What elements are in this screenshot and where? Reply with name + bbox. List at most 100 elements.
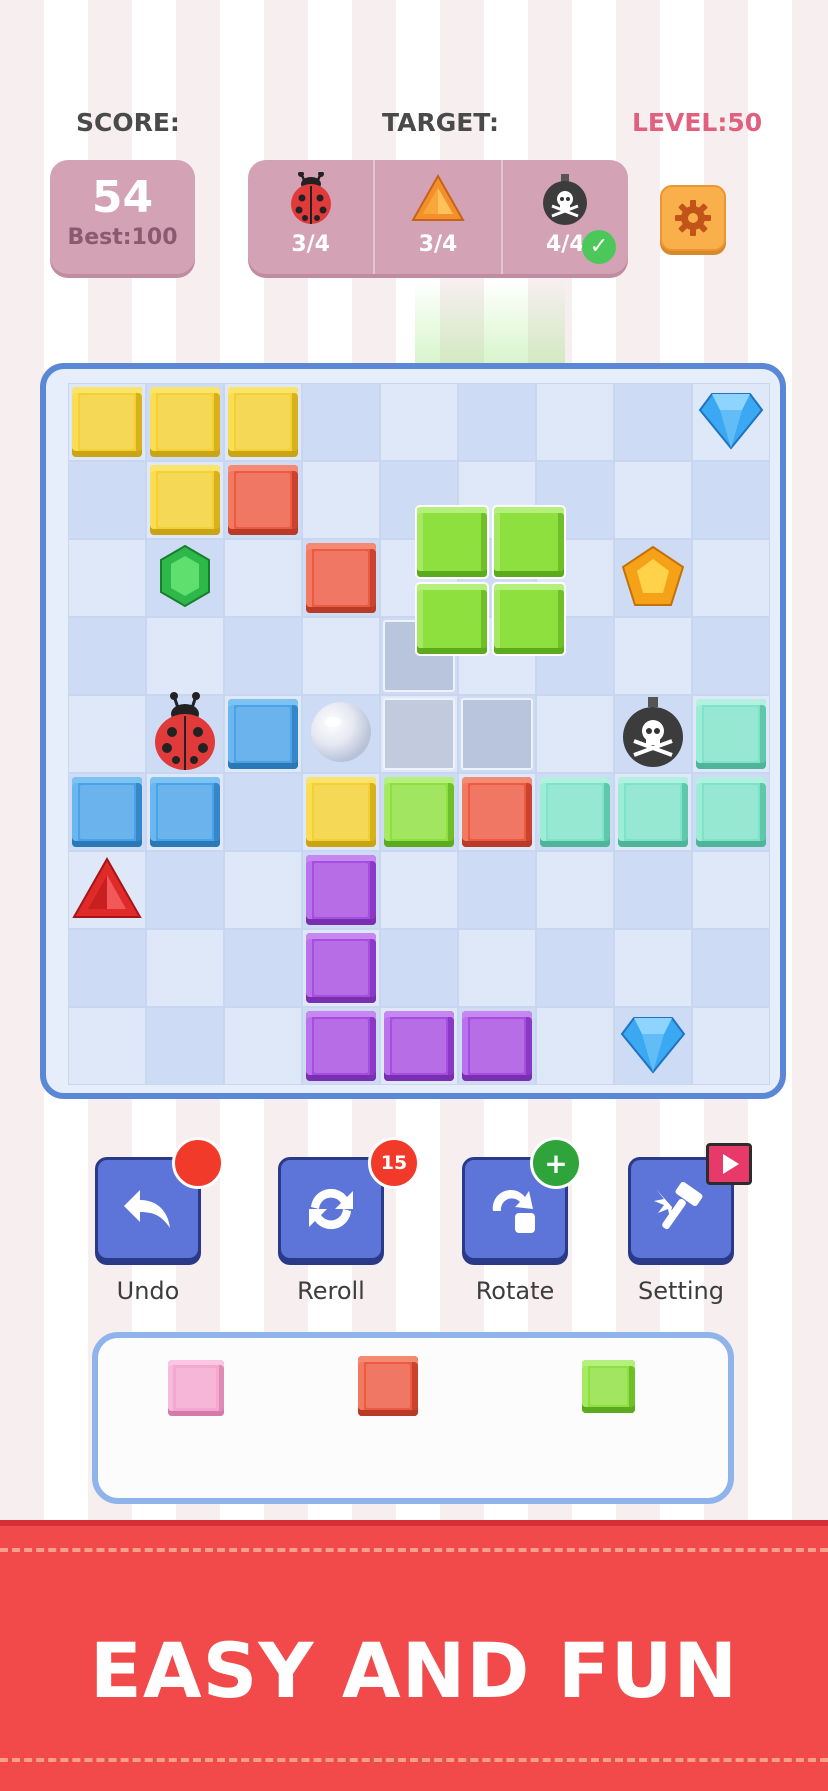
board-cell[interactable] <box>692 617 770 695</box>
board-cell[interactable] <box>146 461 224 539</box>
board-cell[interactable] <box>536 695 614 773</box>
board-cell[interactable] <box>380 1007 458 1085</box>
board-cell[interactable] <box>380 695 458 773</box>
tray-block[interactable] <box>358 1356 418 1416</box>
board-cell[interactable] <box>68 383 146 461</box>
board-cell[interactable] <box>224 383 302 461</box>
board-cell[interactable] <box>146 929 224 1007</box>
dragged-block[interactable] <box>492 582 566 656</box>
board-cell[interactable] <box>458 695 536 773</box>
board-cell[interactable] <box>536 383 614 461</box>
setting-label: Setting <box>638 1277 724 1305</box>
settings-gear-button[interactable] <box>660 185 726 251</box>
board-cell[interactable] <box>68 617 146 695</box>
board-cell[interactable] <box>692 539 770 617</box>
board-cell[interactable] <box>692 851 770 929</box>
board-cell[interactable] <box>68 539 146 617</box>
board-block-blue <box>72 777 142 847</box>
board-cell[interactable] <box>692 1007 770 1085</box>
board-cell[interactable] <box>380 851 458 929</box>
board-cell[interactable] <box>302 1007 380 1085</box>
rotate-add-badge[interactable]: + <box>530 1137 582 1189</box>
board-grid[interactable] <box>68 383 770 1085</box>
board-cell[interactable] <box>224 851 302 929</box>
board-cell[interactable] <box>68 695 146 773</box>
board-cell[interactable] <box>146 692 224 773</box>
board-cell[interactable] <box>614 539 692 617</box>
board-cell[interactable] <box>302 617 380 695</box>
target-item-bomb: 4/4 ✓ <box>500 160 628 274</box>
piece-tray[interactable] <box>92 1332 734 1504</box>
board-cell[interactable] <box>68 851 146 929</box>
reroll-button[interactable] <box>278 1157 384 1261</box>
board-cell[interactable] <box>146 1007 224 1085</box>
board-cell[interactable] <box>68 461 146 539</box>
board-block-blue <box>228 699 298 769</box>
board-cell[interactable] <box>614 851 692 929</box>
board-cell[interactable] <box>224 773 302 851</box>
board-cell[interactable] <box>146 773 224 851</box>
board-cell[interactable] <box>536 773 614 851</box>
board-cell[interactable] <box>614 383 692 461</box>
tray-block[interactable] <box>168 1360 224 1416</box>
board-block-yellow <box>150 387 220 457</box>
board-cell[interactable] <box>692 773 770 851</box>
board-cell[interactable] <box>302 851 380 929</box>
video-ad-icon[interactable] <box>706 1143 752 1185</box>
board-cell[interactable] <box>458 773 536 851</box>
board-cell[interactable] <box>224 461 302 539</box>
board-cell[interactable] <box>302 383 380 461</box>
board-cell[interactable] <box>302 773 380 851</box>
board-cell[interactable] <box>224 539 302 617</box>
board-cell[interactable] <box>458 1007 536 1085</box>
board-cell[interactable] <box>68 1007 146 1085</box>
board-cell[interactable] <box>692 929 770 1007</box>
dragged-block[interactable] <box>415 505 489 579</box>
board-cell[interactable] <box>692 695 770 773</box>
board-cell[interactable] <box>380 929 458 1007</box>
board-cell[interactable] <box>380 773 458 851</box>
board-cell[interactable] <box>458 929 536 1007</box>
board-cell[interactable] <box>614 1007 692 1085</box>
board-cell[interactable] <box>536 929 614 1007</box>
board-cell[interactable] <box>68 773 146 851</box>
blue-diamond-icon <box>698 390 764 454</box>
board-cell[interactable] <box>614 617 692 695</box>
dragged-block[interactable] <box>492 505 566 579</box>
board-cell[interactable] <box>692 383 770 461</box>
setting-tool[interactable]: Setting <box>628 1143 752 1305</box>
tray-block[interactable] <box>582 1360 635 1413</box>
pearl-icon <box>309 700 373 768</box>
board-cell[interactable] <box>458 851 536 929</box>
board-cell[interactable] <box>536 851 614 929</box>
board-cell[interactable] <box>146 851 224 929</box>
board-cell[interactable] <box>224 929 302 1007</box>
board-block-mint <box>618 777 688 847</box>
board-cell[interactable] <box>380 383 458 461</box>
board-block-yellow <box>72 387 142 457</box>
board-cell[interactable] <box>536 1007 614 1085</box>
board-cell[interactable] <box>614 929 692 1007</box>
board-cell[interactable] <box>146 539 224 617</box>
undo-tool[interactable]: Undo <box>95 1137 224 1305</box>
board-cell[interactable] <box>68 929 146 1007</box>
board-cell[interactable] <box>302 695 380 773</box>
board-cell[interactable] <box>224 1007 302 1085</box>
board-cell[interactable] <box>224 617 302 695</box>
board-cell[interactable] <box>302 539 380 617</box>
board-cell[interactable] <box>458 383 536 461</box>
game-board[interactable] <box>40 363 786 1099</box>
board-cell[interactable] <box>146 383 224 461</box>
board-cell[interactable] <box>302 461 380 539</box>
board-block-purple <box>462 1011 532 1081</box>
board-cell[interactable] <box>302 929 380 1007</box>
board-cell[interactable] <box>614 695 692 773</box>
reroll-tool[interactable]: 15 Reroll <box>278 1137 420 1305</box>
dragged-block[interactable] <box>415 582 489 656</box>
board-cell[interactable] <box>614 461 692 539</box>
board-cell[interactable] <box>146 617 224 695</box>
board-cell[interactable] <box>224 695 302 773</box>
board-cell[interactable] <box>692 461 770 539</box>
rotate-tool[interactable]: + Rotate <box>462 1137 582 1305</box>
board-cell[interactable] <box>614 773 692 851</box>
